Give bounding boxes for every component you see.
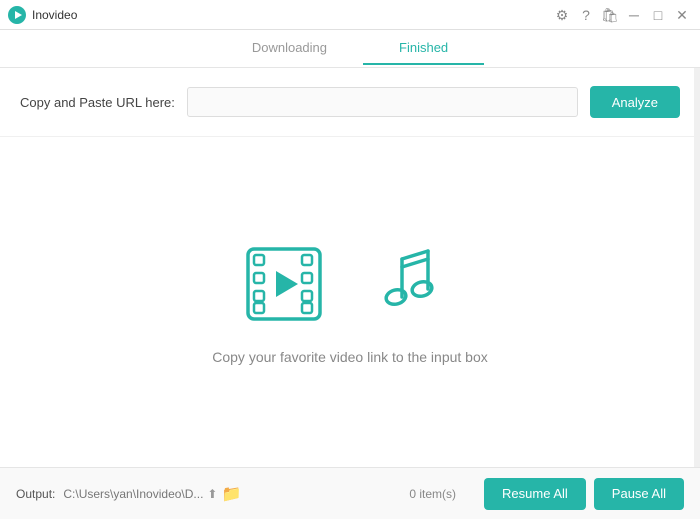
maximize-icon[interactable]: □ xyxy=(648,5,668,25)
resume-all-button[interactable]: Resume All xyxy=(484,478,586,510)
url-area: Copy and Paste URL here: Analyze xyxy=(0,68,700,137)
analyze-button[interactable]: Analyze xyxy=(590,86,680,118)
url-input[interactable] xyxy=(187,87,578,117)
bottom-bar: Output: C:\Users\yan\Inovideo\D... ⬆ 📁 0… xyxy=(0,467,700,519)
bottom-buttons: Resume All Pause All xyxy=(484,478,684,510)
center-illustration: Copy your favorite video link to the inp… xyxy=(0,137,700,467)
url-label: Copy and Paste URL here: xyxy=(20,95,175,110)
items-count: 0 item(s) xyxy=(389,487,476,501)
path-expand-icon[interactable]: ⬆ xyxy=(207,487,217,501)
title-bar-left: Inovideo xyxy=(8,6,77,24)
tab-finished[interactable]: Finished xyxy=(363,32,484,65)
help-icon[interactable]: ? xyxy=(576,5,596,25)
main-content: Copy and Paste URL here: Analyze xyxy=(0,68,700,467)
tab-downloading[interactable]: Downloading xyxy=(216,32,363,65)
icons-row xyxy=(240,239,460,329)
store-icon[interactable]: 🛍 xyxy=(600,5,620,25)
output-path-text: C:\Users\yan\Inovideo\D... xyxy=(63,487,203,501)
right-scroll[interactable] xyxy=(694,68,700,467)
url-input-wrapper xyxy=(187,87,578,117)
folder-icon[interactable]: 📁 xyxy=(221,484,241,504)
film-icon xyxy=(240,239,340,329)
title-bar-controls: ⚙ ? 🛍 ─ □ ✕ xyxy=(552,5,692,25)
title-bar: Inovideo ⚙ ? 🛍 ─ □ ✕ xyxy=(0,0,700,30)
app-logo xyxy=(8,6,26,24)
output-label: Output: xyxy=(16,487,55,501)
app-title: Inovideo xyxy=(32,8,77,22)
illustration-text: Copy your favorite video link to the inp… xyxy=(212,349,488,365)
output-path-container: C:\Users\yan\Inovideo\D... ⬆ 📁 xyxy=(63,484,381,504)
music-icon xyxy=(370,239,460,329)
tabs-bar: Downloading Finished xyxy=(0,30,700,68)
minimize-icon[interactable]: ─ xyxy=(624,5,644,25)
close-icon[interactable]: ✕ xyxy=(672,5,692,25)
pause-all-button[interactable]: Pause All xyxy=(594,478,684,510)
settings-icon[interactable]: ⚙ xyxy=(552,5,572,25)
